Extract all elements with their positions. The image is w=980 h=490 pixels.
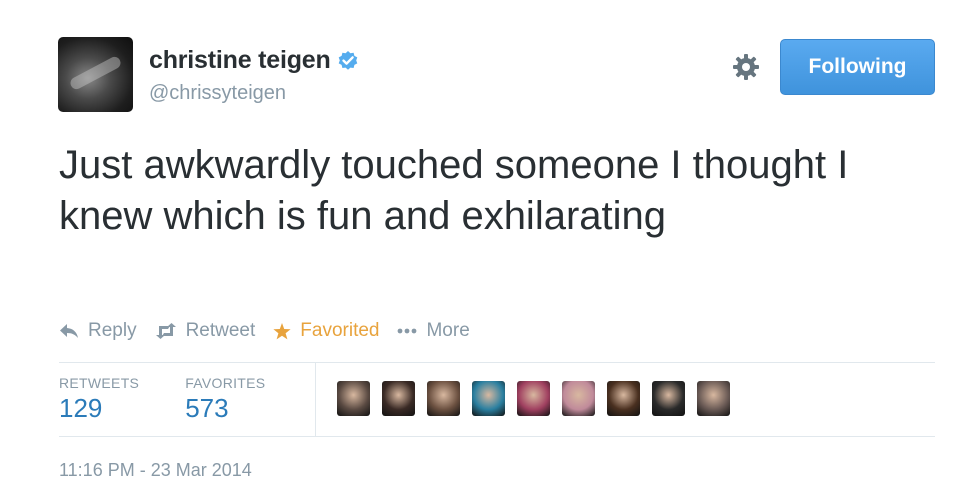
user-name-row[interactable]: christine teigen <box>149 46 359 75</box>
favoriter-avatar[interactable] <box>697 381 730 416</box>
favorite-button[interactable]: Favorited <box>273 320 379 342</box>
reply-icon <box>60 324 78 338</box>
divider-top <box>59 362 935 363</box>
more-button[interactable]: More <box>397 320 470 342</box>
star-icon <box>273 322 291 339</box>
avatar[interactable] <box>58 37 133 112</box>
verified-badge-icon <box>337 50 359 72</box>
tweet-timestamp[interactable]: 11:16 PM - 23 Mar 2014 <box>59 460 252 481</box>
tweet-actions: Reply Retweet Favorited More <box>59 320 488 342</box>
favoriter-avatars <box>337 381 742 416</box>
retweets-count: 129 <box>59 393 103 423</box>
favorites-stat[interactable]: FAVORITES 573 <box>185 375 265 424</box>
retweets-stat[interactable]: RETWEETS 129 <box>59 375 139 424</box>
favoriter-avatar[interactable] <box>382 381 415 416</box>
favorited-label: Favorited <box>300 320 380 341</box>
user-fullname[interactable]: christine teigen <box>149 46 331 75</box>
following-button[interactable]: Following <box>780 39 935 95</box>
retweet-label: Retweet <box>185 320 256 341</box>
favoriter-avatar[interactable] <box>337 381 370 416</box>
favorites-label: FAVORITES <box>185 375 266 391</box>
retweets-label: RETWEETS <box>59 375 140 391</box>
tweet-text: Just awkwardly touched someone I thought… <box>59 143 849 238</box>
favoriter-avatar[interactable] <box>607 381 640 416</box>
favorites-count: 573 <box>185 393 229 423</box>
stats-divider <box>315 363 316 436</box>
more-dots-icon <box>398 328 417 334</box>
reply-button[interactable]: Reply <box>59 320 137 342</box>
tweet-stats: RETWEETS 129 FAVORITES 573 <box>59 375 311 424</box>
more-label: More <box>426 320 470 341</box>
user-handle[interactable]: @chrissyteigen <box>149 82 286 105</box>
favoriter-avatar[interactable] <box>472 381 505 416</box>
favoriter-avatar[interactable] <box>517 381 550 416</box>
favoriter-avatar[interactable] <box>652 381 685 416</box>
favoriter-avatar[interactable] <box>562 381 595 416</box>
reply-label: Reply <box>88 320 137 341</box>
gear-icon[interactable] <box>731 52 761 82</box>
retweet-icon <box>155 323 176 339</box>
divider-bottom <box>59 436 935 437</box>
retweet-button[interactable]: Retweet <box>155 320 256 342</box>
favoriter-avatar[interactable] <box>427 381 460 416</box>
